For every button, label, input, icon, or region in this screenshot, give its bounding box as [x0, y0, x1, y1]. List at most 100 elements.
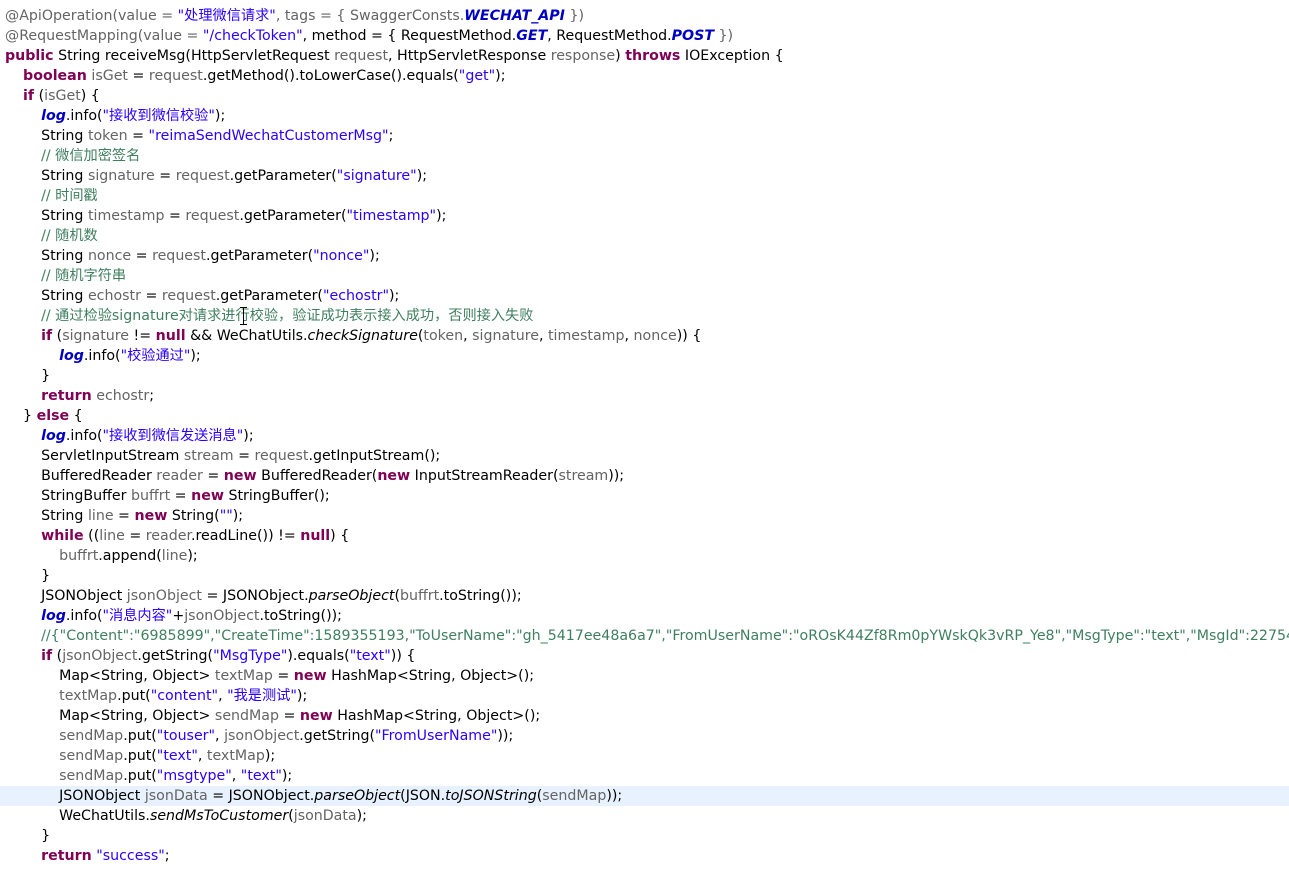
code-line-text: BufferedReader reader = new BufferedRead… — [5, 466, 624, 486]
code-token: token — [87, 128, 128, 144]
code-line[interactable]: boolean isGet = request.getMethod().toLo… — [0, 66, 1289, 86]
code-token: ; — [149, 388, 154, 404]
code-line[interactable]: String token = "reimaSendWechatCustomerM… — [0, 126, 1289, 146]
code-line[interactable]: sendMap.put("msgtype", "text"); — [0, 766, 1289, 786]
code-line[interactable]: String nonce = request.getParameter("non… — [0, 246, 1289, 266]
code-token: } — [5, 368, 51, 384]
code-line[interactable]: public String receiveMsg(HttpServletRequ… — [0, 46, 1289, 66]
code-line-text: WeChatUtils.sendMsToCustomer(jsonData); — [5, 806, 367, 826]
code-line[interactable]: log.info("接收到微信发送消息"); — [0, 426, 1289, 446]
code-token: .info( — [65, 608, 103, 624]
code-token: .getParameter( — [229, 168, 337, 184]
code-token: String — [5, 508, 88, 524]
code-token: line — [87, 508, 114, 524]
code-token: if — [41, 648, 53, 664]
code-line[interactable]: // 随机数 — [0, 226, 1289, 246]
code-line[interactable]: buffrt.append(line); — [0, 546, 1289, 566]
code-line[interactable]: // 时间戳 — [0, 186, 1289, 206]
code-token: "reimaSendWechatCustomerMsg" — [148, 128, 389, 144]
code-line[interactable]: //{"Content":"6985899","CreateTime":1589… — [0, 626, 1289, 646]
code-editor[interactable]: @ApiOperation(value = "处理微信请求", tags = {… — [0, 0, 1289, 869]
code-line[interactable]: if (jsonObject.getString("MsgType").equa… — [0, 646, 1289, 666]
code-line[interactable]: StringBuffer buffrt = new StringBuffer()… — [0, 486, 1289, 506]
code-token: sendMap — [214, 708, 279, 724]
code-line[interactable]: JSONObject jsonObject = JSONObject.parse… — [0, 586, 1289, 606]
code-line-text: buffrt.append(line); — [5, 546, 198, 566]
code-token: )) { — [676, 328, 702, 344]
code-line[interactable]: WeChatUtils.sendMsToCustomer(jsonData); — [0, 806, 1289, 826]
code-line-text: String line = new String(""); — [5, 506, 243, 526]
code-line[interactable]: log.info("接收到微信校验"); — [0, 106, 1289, 126]
code-line[interactable]: @ApiOperation(value = "处理微信请求", tags = {… — [0, 6, 1289, 26]
code-token: jsonData — [144, 788, 208, 804]
code-token: "timestamp" — [346, 208, 437, 224]
code-token: else — [36, 408, 70, 424]
code-token: ( — [52, 328, 63, 344]
code-line[interactable]: BufferedReader reader = new BufferedRead… — [0, 466, 1289, 486]
code-token: String — [5, 128, 88, 144]
code-line[interactable]: Map<String, Object> sendMap = new HashMa… — [0, 706, 1289, 726]
code-line-text: String nonce = request.getParameter("non… — [5, 246, 380, 266]
code-line[interactable]: Map<String, Object> textMap = new HashMa… — [0, 666, 1289, 686]
code-token: .getInputStream(); — [308, 448, 441, 464]
code-line[interactable]: } else { — [0, 406, 1289, 426]
code-token: String — [5, 208, 88, 224]
code-line[interactable]: JSONObject jsonData = JSONObject.parseOb… — [0, 786, 1289, 806]
code-line-text: Map<String, Object> textMap = new HashMa… — [5, 666, 534, 686]
code-line-text: JSONObject jsonData = JSONObject.parseOb… — [5, 786, 622, 806]
code-token: isGet — [44, 88, 81, 104]
code-line[interactable]: return echostr; — [0, 386, 1289, 406]
code-token: JSONObject — [5, 588, 127, 604]
code-line[interactable]: // 通过检验signature对请求进行校验，验证成功表示接入成功，否则接入失… — [0, 306, 1289, 326]
code-line-text: String token = "reimaSendWechatCustomerM… — [5, 126, 393, 146]
code-line[interactable]: // 随机字符串 — [0, 266, 1289, 286]
code-line[interactable]: String line = new String(""); — [0, 506, 1289, 526]
code-line[interactable]: String signature = request.getParameter(… — [0, 166, 1289, 186]
code-token: buffrt — [59, 548, 99, 564]
code-token: "success" — [96, 848, 165, 864]
code-token: request — [254, 448, 309, 464]
code-token: .getParameter( — [239, 208, 347, 224]
code-line[interactable]: ServletInputStream stream = request.getI… — [0, 446, 1289, 466]
code-line[interactable]: sendMap.put("touser", jsonObject.getStri… — [0, 726, 1289, 746]
code-token: = — [202, 468, 224, 484]
code-token: request — [148, 68, 203, 84]
code-token: , — [538, 328, 548, 344]
code-token: buffrt — [399, 588, 440, 604]
code-line[interactable]: sendMap.put("text", textMap); — [0, 746, 1289, 766]
code-line-text: sendMap.put("touser", jsonObject.getStri… — [5, 726, 513, 746]
code-token: return — [41, 848, 92, 864]
code-line-text: // 随机字符串 — [5, 266, 126, 286]
code-line[interactable]: return "success"; — [0, 846, 1289, 866]
code-line[interactable]: } — [0, 826, 1289, 846]
code-token: WECHAT_API — [464, 8, 565, 24]
code-token: .getParameter( — [206, 248, 314, 264]
code-line[interactable]: String timestamp = request.getParameter(… — [0, 206, 1289, 226]
code-line[interactable]: log.info("消息内容"+jsonObject.toString()); — [0, 606, 1289, 626]
code-line-text: // 通过检验signature对请求进行校验，验证成功表示接入成功，否则接入失… — [5, 306, 533, 326]
code-line[interactable]: log.info("校验通过"); — [0, 346, 1289, 366]
code-token: textMap — [214, 668, 273, 684]
code-line[interactable]: @RequestMapping(value = "/checkToken", m… — [0, 26, 1289, 46]
code-token: = — [128, 68, 149, 84]
code-token: "text" — [156, 748, 198, 764]
code-line[interactable]: while ((line = reader.readLine()) != nul… — [0, 526, 1289, 546]
code-line-text: log.info("校验通过"); — [5, 346, 201, 366]
code-line[interactable]: textMap.put("content", "我是测试"); — [0, 686, 1289, 706]
code-token: while — [41, 528, 84, 544]
code-token: , method = { RequestMethod. — [302, 28, 517, 44]
code-token: new — [299, 708, 333, 724]
code-line[interactable]: String echostr = request.getParameter("e… — [0, 286, 1289, 306]
code-line[interactable]: // 微信加密签名 — [0, 146, 1289, 166]
code-line[interactable]: } — [0, 566, 1289, 586]
code-line[interactable]: } — [0, 366, 1289, 386]
code-token: = — [164, 208, 186, 224]
code-line-text: } — [5, 366, 50, 386]
code-line[interactable]: if (isGet) { — [0, 86, 1289, 106]
code-line[interactable]: if (signature != null && WeChatUtils.che… — [0, 326, 1289, 346]
